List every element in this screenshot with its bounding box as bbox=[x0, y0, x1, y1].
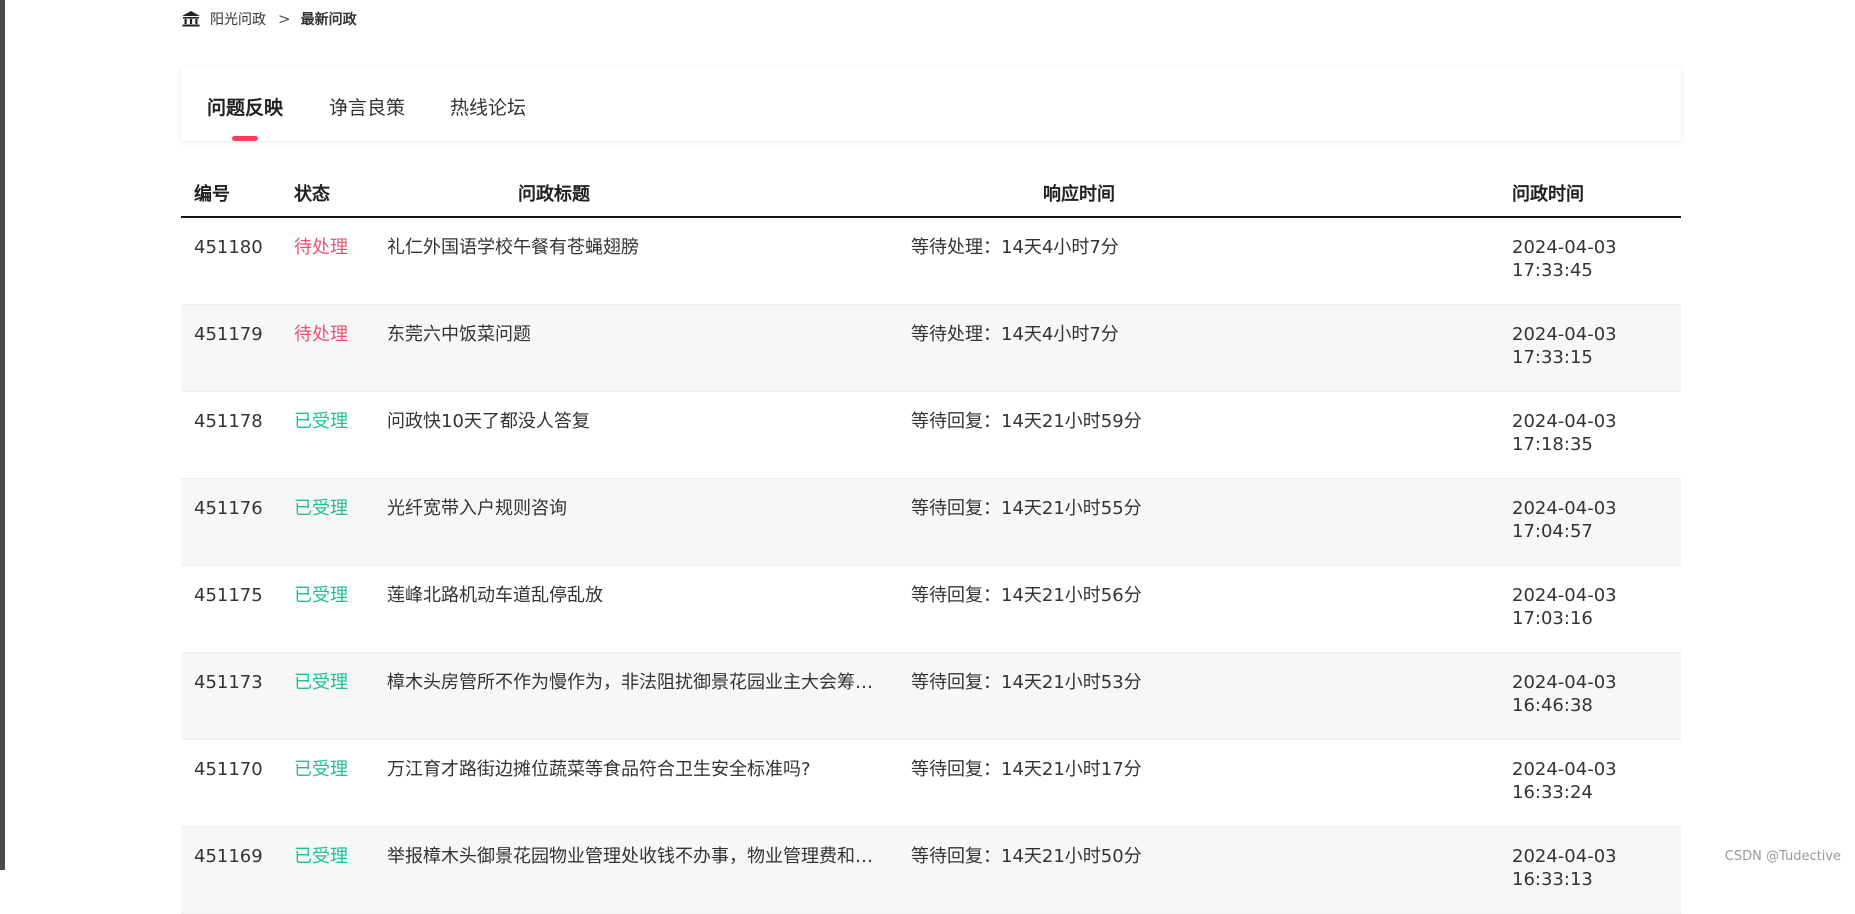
inquiry-date: 2024-04-03 bbox=[1512, 759, 1617, 780]
table-header: 编号 状态 问政标题 响应时间 问政时间 bbox=[181, 168, 1681, 218]
inquiry-date: 2024-04-03 bbox=[1512, 411, 1617, 432]
cell-inquiry-time: 2024-04-03 16:33:24 bbox=[1512, 758, 1617, 804]
cell-title-link[interactable]: 举报樟木头御景花园物业管理处收钱不办事，物业管理费和公... bbox=[387, 845, 882, 868]
inquiry-date: 2024-04-03 bbox=[1512, 324, 1617, 345]
cell-inquiry-time: 2024-04-03 17:18:35 bbox=[1512, 410, 1617, 456]
header-response: 响应时间 bbox=[1043, 184, 1115, 205]
inquiry-clock: 16:33:13 bbox=[1512, 869, 1593, 890]
cell-id: 451175 bbox=[194, 585, 263, 606]
cell-inquiry-time: 2024-04-03 17:03:16 bbox=[1512, 584, 1617, 630]
cell-id: 451180 bbox=[194, 237, 263, 258]
cell-inquiry-time: 2024-04-03 17:04:57 bbox=[1512, 497, 1617, 543]
cell-id: 451178 bbox=[194, 411, 263, 432]
inquiry-clock: 17:33:15 bbox=[1512, 347, 1593, 368]
cell-id: 451179 bbox=[194, 324, 263, 345]
cell-inquiry-time: 2024-04-03 17:33:15 bbox=[1512, 323, 1617, 369]
table-row[interactable]: 451173 已受理 樟木头房管所不作为慢作为，非法阻扰御景花园业主大会筹备..… bbox=[181, 653, 1681, 740]
cell-inquiry-time: 2024-04-03 17:33:45 bbox=[1512, 236, 1617, 282]
inquiry-clock: 17:03:16 bbox=[1512, 608, 1593, 629]
breadcrumb-root[interactable]: 阳光问政 bbox=[210, 9, 266, 29]
status-badge: 已受理 bbox=[294, 672, 348, 693]
cell-id: 451169 bbox=[194, 846, 263, 867]
cell-inquiry-time: 2024-04-03 16:33:13 bbox=[1512, 845, 1617, 891]
header-title: 问政标题 bbox=[518, 184, 590, 205]
table-row[interactable]: 451180 待处理 礼仁外国语学校午餐有苍蝇翅膀 等待处理：14天4小时7分 … bbox=[181, 218, 1681, 305]
watermark: CSDN @Tudective bbox=[1724, 849, 1841, 864]
cell-title-link[interactable]: 光纤宽带入户规则咨询 bbox=[387, 497, 882, 520]
cell-inquiry-time: 2024-04-03 16:46:38 bbox=[1512, 671, 1617, 717]
cell-title-link[interactable]: 礼仁外国语学校午餐有苍蝇翅膀 bbox=[387, 236, 882, 259]
cell-response-time: 等待回复：14天21小时50分 bbox=[911, 846, 1142, 867]
status-badge: 已受理 bbox=[294, 585, 348, 606]
status-badge: 待处理 bbox=[294, 324, 348, 345]
header-id: 编号 bbox=[194, 184, 230, 205]
cell-title-link[interactable]: 莲峰北路机动车道乱停乱放 bbox=[387, 584, 882, 607]
cell-response-time: 等待回复：14天21小时59分 bbox=[911, 411, 1142, 432]
inquiry-clock: 17:04:57 bbox=[1512, 521, 1593, 542]
inquiry-clock: 16:46:38 bbox=[1512, 695, 1593, 716]
status-badge: 已受理 bbox=[294, 498, 348, 519]
cell-title-link[interactable]: 万江育才路街边摊位蔬菜等食品符合卫生安全标准吗? bbox=[387, 758, 882, 781]
breadcrumb-current: 最新问政 bbox=[300, 12, 357, 28]
active-tab-indicator bbox=[232, 136, 258, 141]
cell-title-link[interactable]: 东莞六中饭菜问题 bbox=[387, 323, 882, 346]
cell-response-time: 等待处理：14天4小时7分 bbox=[911, 237, 1119, 258]
cell-response-time: 等待回复：14天21小时55分 bbox=[911, 498, 1142, 519]
table-row[interactable]: 451176 已受理 光纤宽带入户规则咨询 等待回复：14天21小时55分 20… bbox=[181, 479, 1681, 566]
cell-response-time: 等待回复：14天21小时53分 bbox=[911, 672, 1142, 693]
window-left-edge bbox=[0, 0, 5, 870]
cell-id: 451176 bbox=[194, 498, 263, 519]
inquiry-table: 编号 状态 问政标题 响应时间 问政时间 451180 待处理 礼仁外国语学校午… bbox=[181, 168, 1681, 914]
table-row[interactable]: 451178 已受理 问政快10天了都没人答复 等待回复：14天21小时59分 … bbox=[181, 392, 1681, 479]
cell-title-link[interactable]: 问政快10天了都没人答复 bbox=[387, 410, 882, 433]
inquiry-date: 2024-04-03 bbox=[1512, 237, 1617, 258]
header-status: 状态 bbox=[294, 184, 330, 205]
tab-problem-report[interactable]: 问题反映 bbox=[207, 93, 283, 120]
cell-id: 451173 bbox=[194, 672, 263, 693]
tab-suggestions[interactable]: 诤言良策 bbox=[329, 93, 405, 120]
status-badge: 已受理 bbox=[294, 411, 348, 432]
table-row[interactable]: 451175 已受理 莲峰北路机动车道乱停乱放 等待回复：14天21小时56分 … bbox=[181, 566, 1681, 653]
status-badge: 已受理 bbox=[294, 759, 348, 780]
cell-response-time: 等待处理：14天4小时7分 bbox=[911, 324, 1119, 345]
table-row[interactable]: 451170 已受理 万江育才路街边摊位蔬菜等食品符合卫生安全标准吗? 等待回复… bbox=[181, 740, 1681, 827]
cell-title-link[interactable]: 樟木头房管所不作为慢作为，非法阻扰御景花园业主大会筹备... bbox=[387, 671, 882, 694]
inquiry-clock: 17:33:45 bbox=[1512, 260, 1593, 281]
inquiry-date: 2024-04-03 bbox=[1512, 846, 1617, 867]
inquiry-clock: 16:33:24 bbox=[1512, 782, 1593, 803]
tab-bar: 问题反映 诤言良策 热线论坛 bbox=[181, 67, 1681, 141]
breadcrumb-separator: > bbox=[278, 10, 291, 28]
inquiry-clock: 17:18:35 bbox=[1512, 434, 1593, 455]
inquiry-date: 2024-04-03 bbox=[1512, 585, 1617, 606]
status-badge: 待处理 bbox=[294, 237, 348, 258]
inquiry-date: 2024-04-03 bbox=[1512, 498, 1617, 519]
breadcrumb: 阳光问政 > 最新问政 bbox=[181, 8, 357, 30]
header-time: 问政时间 bbox=[1512, 184, 1584, 205]
cell-id: 451170 bbox=[194, 759, 263, 780]
cell-response-time: 等待回复：14天21小时56分 bbox=[911, 585, 1142, 606]
tab-hotline-forum[interactable]: 热线论坛 bbox=[450, 93, 526, 120]
table-row[interactable]: 451179 待处理 东莞六中饭菜问题 等待处理：14天4小时7分 2024-0… bbox=[181, 305, 1681, 392]
table-row[interactable]: 451169 已受理 举报樟木头御景花园物业管理处收钱不办事，物业管理费和公..… bbox=[181, 827, 1681, 914]
inquiry-date: 2024-04-03 bbox=[1512, 672, 1617, 693]
cell-response-time: 等待回复：14天21小时17分 bbox=[911, 759, 1142, 780]
status-badge: 已受理 bbox=[294, 846, 348, 867]
bank-icon[interactable] bbox=[181, 9, 201, 29]
